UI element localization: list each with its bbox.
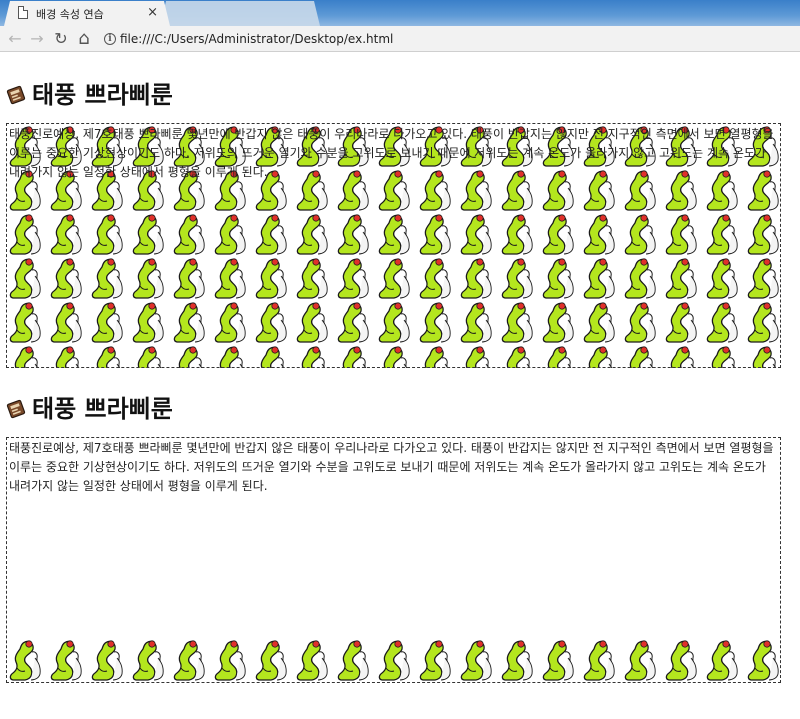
tab-active[interactable]: 배경 속성 연습 ×: [4, 1, 170, 26]
browser-toolbar: ← → ↻ ⌂ i file:///C:/Users/Administrator…: [0, 26, 800, 52]
home-button[interactable]: ⌂: [73, 28, 95, 50]
info-icon[interactable]: i: [104, 33, 116, 45]
magazine-icon: [6, 85, 26, 105]
page-content: 태풍 쁘라삐룬 태풍진로예상, 제7호태풍 쁘라삐룬 몇년만에 반갑지 않은 태…: [0, 53, 800, 719]
tab-inactive[interactable]: [160, 1, 320, 26]
heading-text: 태풍 쁘라삐룬: [32, 395, 173, 423]
magazine-icon: [6, 399, 26, 419]
back-button[interactable]: ←: [4, 28, 26, 50]
tab-strip: 배경 속성 연습 ×: [0, 0, 800, 26]
tab-title: 배경 속성 연습: [36, 8, 104, 21]
typhoon-box-repeat: 태풍진로예상, 제7호태풍 쁘라삐룬 몇년만에 반갑지 않은 태풍이 우리나라로…: [6, 123, 781, 368]
typhoon-paragraph: 태풍진로예상, 제7호태풍 쁘라삐룬 몇년만에 반갑지 않은 태풍이 우리나라로…: [9, 441, 774, 493]
typhoon-box-repeat-x: 태풍진로예상, 제7호태풍 쁘라삐룬 몇년만에 반갑지 않은 태풍이 우리나라로…: [6, 437, 781, 683]
section-heading: 태풍 쁘라삐룬: [6, 75, 173, 110]
section-heading: 태풍 쁘라삐룬: [6, 389, 173, 424]
background-strip: [7, 638, 780, 682]
url-text[interactable]: file:///C:/Users/Administrator/Desktop/e…: [120, 32, 393, 46]
typhoon-paragraph: 태풍진로예상, 제7호태풍 쁘라삐룬 몇년만에 반갑지 않은 태풍이 우리나라로…: [9, 127, 774, 179]
close-tab-icon[interactable]: ×: [147, 5, 158, 20]
reload-button[interactable]: ↻: [50, 28, 72, 50]
heading-text: 태풍 쁘라삐룬: [32, 81, 173, 109]
forward-button[interactable]: →: [26, 28, 48, 50]
address-bar[interactable]: i file:///C:/Users/Administrator/Desktop…: [100, 30, 792, 50]
page-icon: [18, 6, 28, 19]
